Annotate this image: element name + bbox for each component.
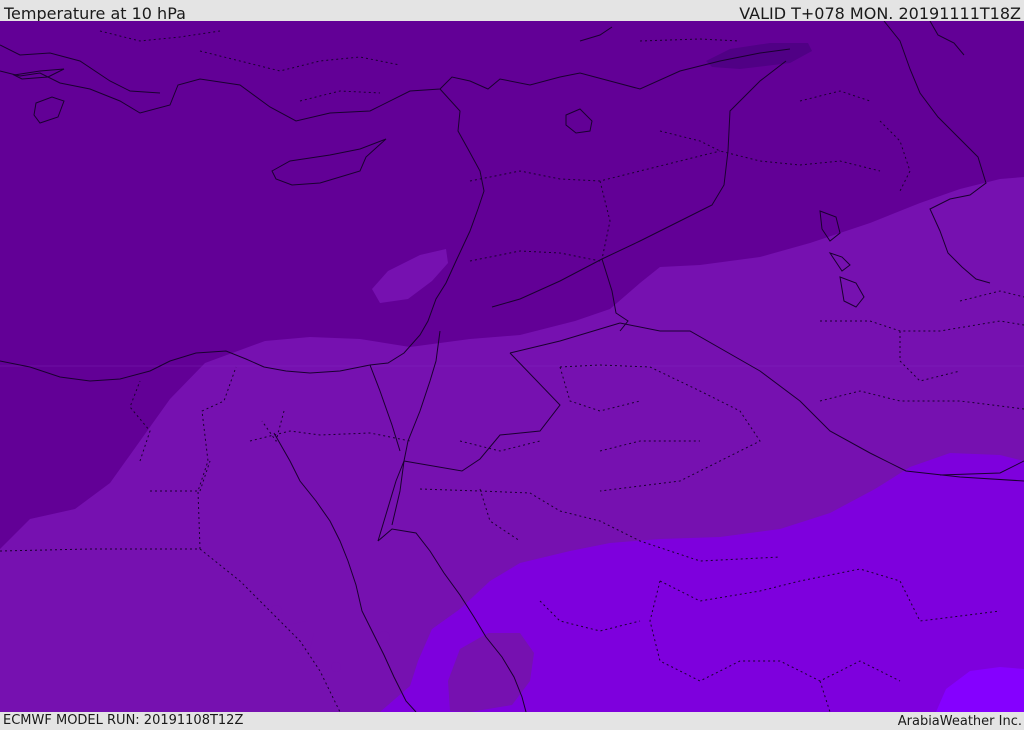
shade-spot <box>378 631 390 643</box>
shade-spot <box>331 662 341 672</box>
footer-bar: ECMWF MODEL RUN: 20191108T12Z ArabiaWeat… <box>0 712 1024 729</box>
temperature-map[interactable] <box>0 21 1024 712</box>
credit: ArabiaWeather Inc. <box>897 714 1022 729</box>
shade-spot <box>270 605 282 617</box>
header-bar: Temperature at 10 hPa VALID T+078 MON. 2… <box>0 0 1024 23</box>
model-run: ECMWF MODEL RUN: 20191108T12Z <box>3 713 244 728</box>
